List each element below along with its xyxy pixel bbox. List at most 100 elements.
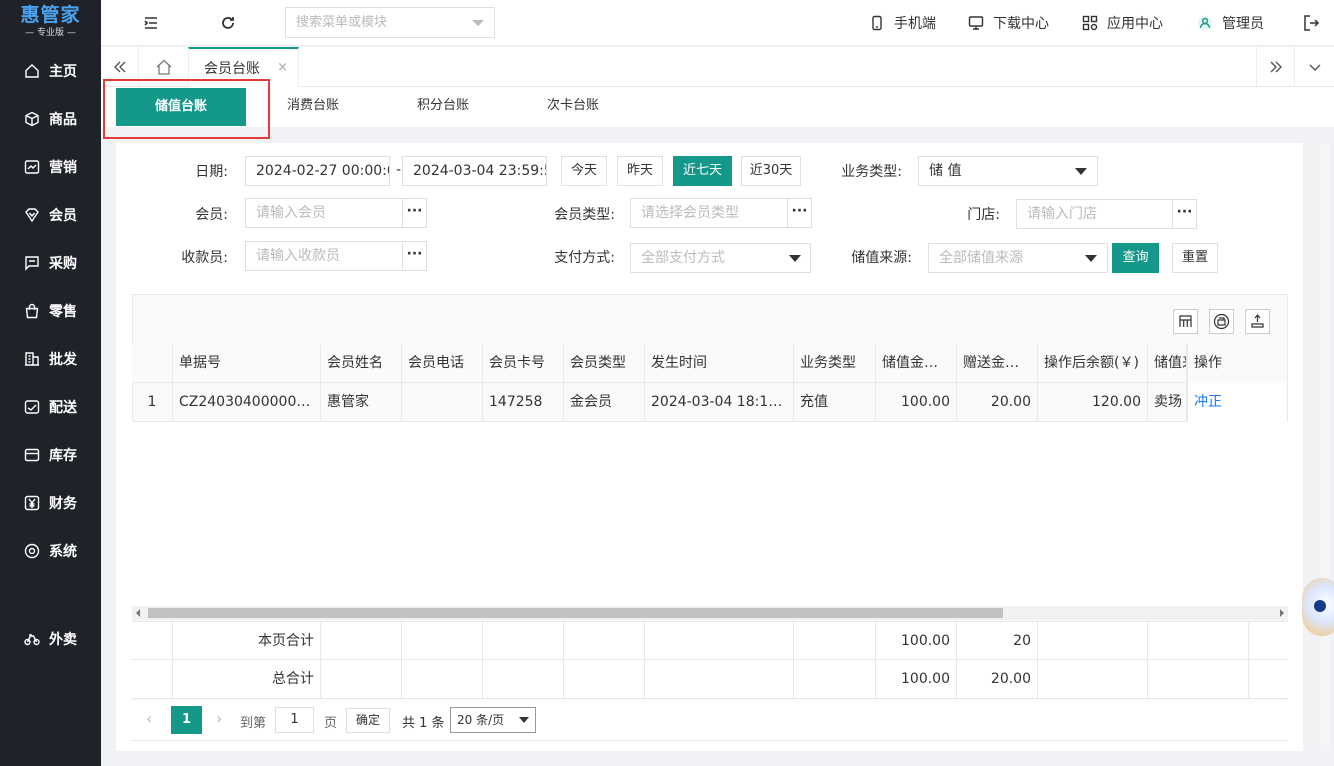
empty-cell [564, 622, 645, 661]
refresh-icon[interactable] [218, 13, 238, 33]
row-balance: 120.00 [1038, 383, 1148, 422]
header-gift-amount[interactable]: 赠送金额… [957, 344, 1038, 383]
home-icon [25, 64, 39, 78]
scrollbar-thumb[interactable] [148, 608, 1003, 618]
stored-source-select[interactable]: 全部储值来源 [928, 243, 1108, 273]
date-start-input[interactable]: 2024-02-27 00:00:00 [245, 156, 390, 186]
nav-item-purchase[interactable]: 采购 [0, 243, 101, 283]
reset-button[interactable]: 重置 [1172, 243, 1218, 273]
tab-close-icon[interactable]: × [277, 60, 288, 75]
table-row: 1 CZ24030400000037 惠管家 147258 金会员 2024-0… [132, 383, 1288, 422]
row-doc-no: CZ24030400000037 [173, 383, 321, 422]
nav-item-retail[interactable]: 零售 [0, 291, 101, 331]
cashier-picker-button[interactable]: ··· [402, 241, 427, 271]
nav-label: 主页 [49, 64, 77, 80]
biz-type-label: 业务类型: [841, 164, 902, 180]
bag-icon [25, 303, 39, 319]
header-member-type[interactable]: 会员类型 [564, 344, 645, 383]
nav-item-system[interactable]: 系统 [0, 531, 101, 571]
subtab-times-card[interactable]: 次卡台账 [547, 87, 599, 127]
header-action: 操作 [1187, 344, 1288, 383]
tab-scroll-right[interactable] [1256, 47, 1294, 87]
nav-item-marketing[interactable]: 营销 [0, 147, 101, 187]
store-input[interactable]: 请输入门店 [1016, 199, 1173, 229]
header-doc-no[interactable]: 单据号 [173, 344, 321, 383]
page-scrollbar[interactable] [1320, 143, 1330, 751]
empty-cell [483, 622, 564, 661]
header-balance[interactable]: 操作后余额(￥) [1038, 344, 1148, 383]
horizontal-scrollbar[interactable] [132, 606, 1288, 620]
goto-page-input[interactable]: 1 [275, 707, 314, 733]
next-page-icon[interactable]: › [216, 709, 222, 728]
biz-type-select[interactable]: 储 值 [918, 156, 1098, 186]
logout-icon[interactable] [1301, 13, 1321, 33]
brand-edition: — 专业版 — [25, 28, 76, 38]
chevron-down-icon [1085, 255, 1097, 262]
nav-item-takeout[interactable]: 外卖 [0, 619, 101, 659]
nav-label: 库存 [49, 448, 77, 464]
print-button[interactable] [1209, 309, 1234, 334]
empty-cell [483, 660, 564, 699]
nav-item-inventory[interactable]: 库存 [0, 435, 101, 475]
header-member-name[interactable]: 会员姓名 [321, 344, 402, 383]
goto-confirm-button[interactable]: 确定 [346, 708, 390, 733]
header-biz-type[interactable]: 业务类型 [794, 344, 876, 383]
column-settings-button[interactable] [1173, 309, 1198, 334]
nav-item-member[interactable]: 会员 [0, 195, 101, 235]
page-size-select[interactable]: 20 条/页 [450, 707, 536, 733]
app-center-link[interactable]: 应用中心 [1082, 0, 1163, 46]
header-member-phone[interactable]: 会员电话 [402, 344, 483, 383]
query-button[interactable]: 查询 [1112, 243, 1159, 273]
assistant-robot-icon[interactable] [1302, 578, 1334, 636]
tab-bar: 会员台账 × [101, 47, 1334, 87]
page-1-button[interactable]: 1 [171, 706, 202, 734]
payment-method-select[interactable]: 全部支付方式 [630, 243, 811, 273]
member-input[interactable]: 请输入会员 [245, 198, 403, 228]
prev-page-icon[interactable]: ‹ [146, 709, 152, 728]
ledger-subtabs: 储值台账 消费台账 积分台账 次卡台账 [101, 87, 1334, 127]
row-occur-time: 2024-03-04 18:12:12 [645, 383, 794, 422]
cashier-input[interactable]: 请输入收款员 [245, 241, 403, 271]
export-button[interactable] [1245, 309, 1270, 334]
header-occur-time[interactable]: 发生时间 [645, 344, 794, 383]
header-stored-source[interactable]: 储值来源 [1148, 344, 1187, 383]
subtab-points[interactable]: 积分台账 [417, 87, 469, 127]
nav-item-finance[interactable]: 财务 [0, 483, 101, 523]
mobile-link[interactable]: 手机端 [869, 0, 936, 46]
nav-item-goods[interactable]: 商品 [0, 99, 101, 139]
reverse-link[interactable]: 冲正 [1187, 383, 1288, 422]
member-type-picker-button[interactable]: ··· [787, 198, 812, 228]
nav-item-delivery[interactable]: 配送 [0, 387, 101, 427]
nav-item-home[interactable]: 主页 [0, 51, 101, 91]
nav-label: 财务 [49, 496, 77, 512]
nav-item-wholesale[interactable]: 批发 [0, 339, 101, 379]
cashier-label: 收款员: [181, 250, 228, 266]
store-picker-button[interactable]: ··· [1172, 199, 1197, 229]
date-end-input[interactable]: 2024-03-04 23:59:59 [402, 156, 547, 186]
last-30-days-button[interactable]: 近30天 [741, 156, 801, 186]
date-separator: - [395, 162, 401, 178]
header-card-no[interactable]: 会员卡号 [483, 344, 564, 383]
apps-icon [1082, 15, 1098, 31]
scroll-right-arrow[interactable] [1280, 609, 1284, 617]
menu-fold-icon[interactable] [141, 13, 161, 33]
payment-method-label: 支付方式: [554, 250, 615, 266]
nav-label: 会员 [49, 208, 77, 224]
user-menu[interactable]: 管理员 [1197, 0, 1264, 46]
chevron-down-icon [789, 255, 801, 262]
tab-dropdown[interactable] [1294, 47, 1334, 87]
scroll-left-arrow[interactable] [136, 609, 140, 617]
last-7-days-button[interactable]: 近七天 [673, 156, 732, 186]
yesterday-button[interactable]: 昨天 [617, 156, 663, 186]
member-type-input[interactable]: 请选择会员类型 [630, 198, 788, 228]
header-stored-amount[interactable]: 储值金额… [876, 344, 957, 383]
download-center-link[interactable]: 下载中心 [968, 0, 1049, 46]
menu-search-input[interactable]: 搜索菜单或模块 [285, 7, 495, 38]
row-member-name: 惠管家 [321, 383, 402, 422]
subtab-consumption[interactable]: 消费台账 [287, 87, 339, 127]
table-empty-area [132, 422, 1288, 606]
download-label: 下载中心 [993, 16, 1049, 32]
member-label: 会员: [195, 207, 228, 223]
member-picker-button[interactable]: ··· [402, 198, 427, 228]
today-button[interactable]: 今天 [561, 156, 607, 186]
